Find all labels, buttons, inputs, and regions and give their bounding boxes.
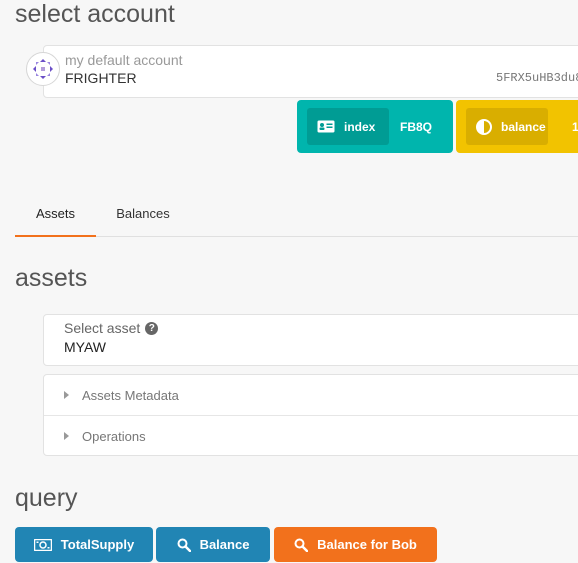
index-value: FB8Q [400,120,433,134]
balance-for-bob-label: Balance for Bob [317,537,417,552]
id-card-icon [317,120,335,133]
total-supply-label: TotalSupply [60,537,135,552]
accordion-label: Assets Metadata [82,387,179,403]
index-label: index [344,119,376,134]
tab-assets[interactable]: Assets [15,195,96,237]
caret-right-icon [64,391,69,399]
select-asset-value: MYAW [64,339,106,355]
account-avatar-identicon [26,52,60,86]
caret-right-icon [64,432,69,440]
assets-heading: assets [15,264,88,292]
total-supply-button[interactable]: TotalSupply [15,527,153,562]
balance-badge: balance 1 [456,100,578,153]
balance-for-bob-button[interactable]: Balance for Bob [274,527,437,562]
search-icon [294,538,309,552]
balance-label: balance [501,119,546,134]
select-asset-dropdown[interactable]: Select asset ? MYAW [43,314,578,366]
account-label: my default account [65,52,183,68]
identicon-icon [33,59,53,79]
accordion-label: Operations [82,428,146,444]
adjust-icon [476,118,492,135]
select-asset-label-row: Select asset ? [64,320,159,336]
select-account-heading: select account [15,0,175,28]
search-icon [177,538,191,552]
tab-bar: Assets Balances [15,195,578,237]
balance-button[interactable]: Balance [156,527,270,562]
balance-value: 1 [572,120,578,134]
account-address: 5FRX5uHB3du8 [496,71,578,85]
index-badge: index FB8Q [297,100,453,153]
asset-accordion: Assets Metadata Operations [43,374,578,456]
accordion-operations[interactable]: Operations [44,416,578,456]
tab-balances[interactable]: Balances [101,195,185,235]
select-asset-label: Select asset [64,320,141,336]
accordion-assets-metadata[interactable]: Assets Metadata [44,375,578,416]
money-icon [33,538,52,551]
query-heading: query [15,484,78,512]
help-icon[interactable]: ? [145,321,159,335]
balance-button-label: Balance [199,537,250,552]
account-name: FRIGHTER [65,70,137,86]
account-selector[interactable]: my default account FRIGHTER 5FRX5uHB3du8 [43,45,578,98]
